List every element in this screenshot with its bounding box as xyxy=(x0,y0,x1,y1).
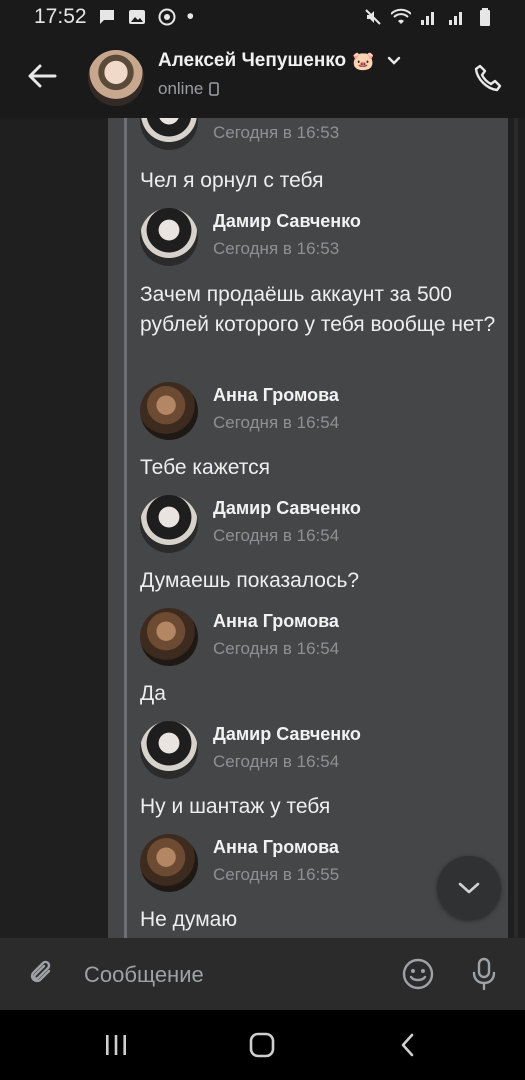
status-bar: 17:52 • xyxy=(0,0,525,34)
message-text: Тебе кажется xyxy=(140,456,271,479)
back-button[interactable] xyxy=(20,54,64,98)
signal-icon-2 xyxy=(447,7,467,27)
message-text: Да xyxy=(140,682,166,705)
message-author[interactable]: Дамир Савченко Сегодня в 16:53 xyxy=(140,208,490,268)
system-navigation-bar xyxy=(0,1010,525,1080)
message-author[interactable]: Анна Громова Сегодня в 16:54 xyxy=(140,608,490,668)
author-name[interactable]: Дамир Савченко xyxy=(213,211,361,232)
recent-apps-icon xyxy=(106,1035,126,1055)
more-notifications-dot: • xyxy=(186,5,194,28)
browser-notification-icon xyxy=(157,7,177,27)
avatar[interactable] xyxy=(140,495,198,553)
title-emoji: 🐷 xyxy=(352,50,375,71)
avatar[interactable] xyxy=(140,118,198,150)
author-name[interactable]: Анна Громова xyxy=(213,385,339,406)
mute-icon xyxy=(363,7,383,27)
message-time: Сегодня в 16:54 xyxy=(213,752,340,771)
message-time: Сегодня в 16:54 xyxy=(213,413,340,432)
message-text: Думаешь показалось? xyxy=(140,569,360,592)
chevron-down-icon xyxy=(458,882,480,894)
battery-icon xyxy=(475,7,495,27)
author-name[interactable]: Дамир Савченко xyxy=(213,498,361,519)
author-name[interactable]: Анна Громова xyxy=(213,837,339,858)
quote-line xyxy=(124,118,127,938)
system-back-button[interactable] xyxy=(386,1025,430,1065)
message-author[interactable]: Сегодня в 16:53 xyxy=(140,118,490,152)
chevron-left-icon xyxy=(401,1033,414,1057)
smile-icon xyxy=(402,958,434,990)
emoji-button[interactable] xyxy=(396,952,440,996)
gallery-notification-icon xyxy=(127,7,147,27)
mobile-device-icon xyxy=(209,82,220,96)
message-text: Чел я орнул с тебя xyxy=(140,169,324,192)
message-text: Ну и шантаж у тебя xyxy=(140,795,331,818)
message-author[interactable]: Дамир Савченко Сегодня в 16:54 xyxy=(140,721,490,781)
voice-message-button[interactable] xyxy=(462,952,506,996)
message-composer xyxy=(0,938,525,1010)
arrow-left-icon xyxy=(28,64,57,88)
signal-icon xyxy=(419,7,439,27)
home-icon xyxy=(249,1032,275,1058)
wifi-icon xyxy=(391,7,411,27)
chat-title: Алексей Чепушенко xyxy=(158,50,347,71)
avatar[interactable] xyxy=(140,834,198,892)
chat-title-block[interactable]: Алексей Чепушенко 🐷 online xyxy=(158,50,458,99)
chat-header: Алексей Чепушенко 🐷 online xyxy=(0,34,525,118)
author-name[interactable]: Дамир Савченко xyxy=(213,724,361,745)
message-time: Сегодня в 16:53 xyxy=(213,239,340,258)
phone-icon xyxy=(474,64,502,92)
message-time: Сегодня в 16:55 xyxy=(213,865,340,884)
clock: 17:52 xyxy=(34,5,87,28)
message-input[interactable] xyxy=(82,954,386,996)
author-name[interactable]: Анна Громова xyxy=(213,611,339,632)
avatar[interactable] xyxy=(140,208,198,266)
avatar[interactable] xyxy=(140,382,198,440)
paperclip-icon xyxy=(30,960,51,983)
scroll-track xyxy=(514,118,518,938)
message-list[interactable]: Сегодня в 16:53 Чел я орнул с тебя Дамир… xyxy=(0,118,525,938)
message-time: Сегодня в 16:54 xyxy=(213,639,340,658)
message-author[interactable]: Дамир Савченко Сегодня в 16:54 xyxy=(140,495,490,555)
recent-apps-button[interactable] xyxy=(94,1025,138,1065)
online-status: online xyxy=(158,79,204,98)
home-button[interactable] xyxy=(240,1025,284,1065)
avatar[interactable] xyxy=(140,608,198,666)
microphone-icon xyxy=(472,957,496,991)
message-time: Сегодня в 16:53 xyxy=(213,123,340,142)
attach-button[interactable] xyxy=(20,952,64,996)
chevron-down-icon xyxy=(387,56,400,65)
message-author[interactable]: Анна Громова Сегодня в 16:54 xyxy=(140,382,490,442)
call-button[interactable] xyxy=(466,56,510,100)
scroll-down-button[interactable] xyxy=(437,856,501,920)
avatar[interactable] xyxy=(88,50,144,106)
avatar[interactable] xyxy=(140,721,198,779)
chat-notification-icon xyxy=(97,7,117,27)
message-time: Сегодня в 16:54 xyxy=(213,526,340,545)
message-text: Зачем продаёшь аккаунт за 500 рублей кот… xyxy=(140,283,496,336)
